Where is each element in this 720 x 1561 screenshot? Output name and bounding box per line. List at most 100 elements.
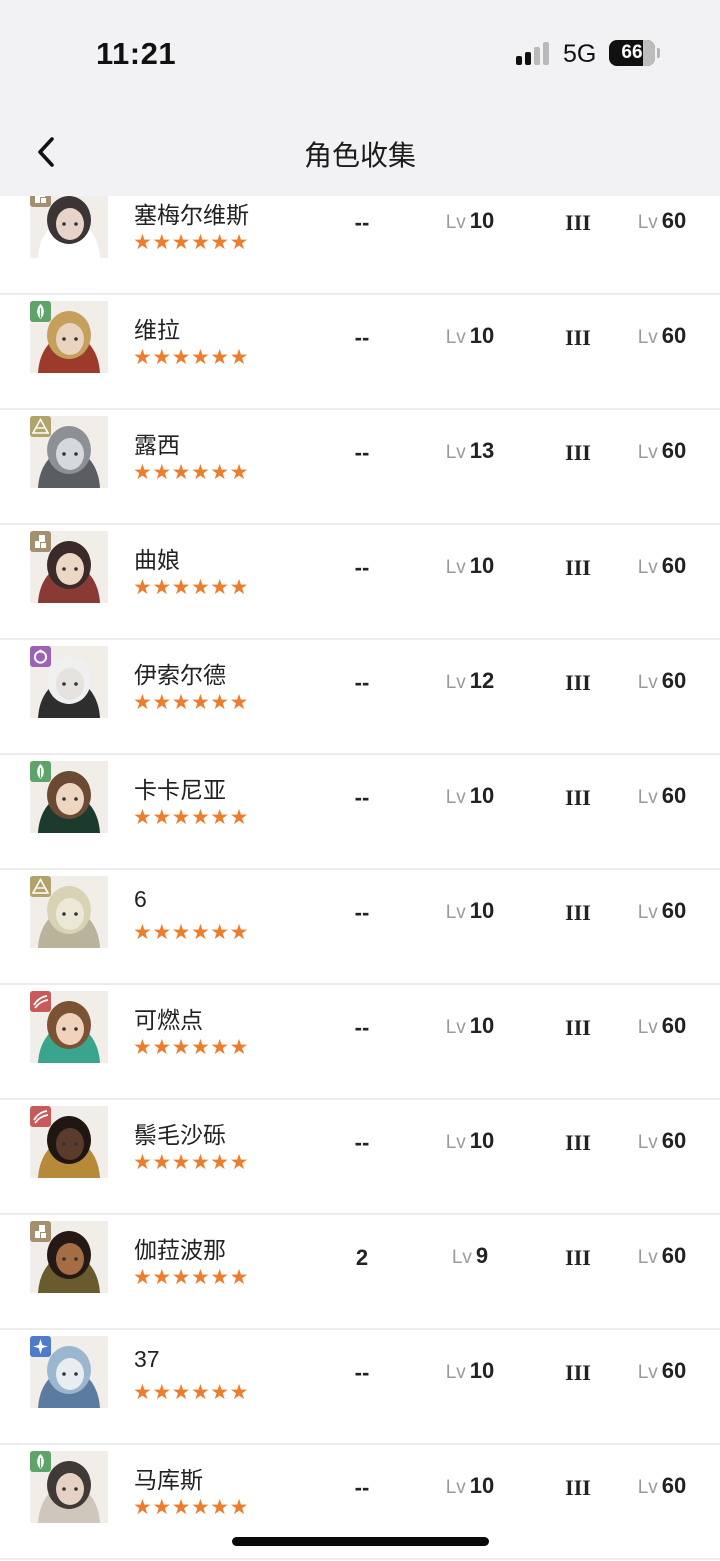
max-level-value: 60: [661, 783, 687, 808]
character-level: Lv 12: [420, 668, 520, 694]
level-prefix: Lv: [451, 1247, 472, 1268]
character-level: Lv 9: [420, 1243, 520, 1269]
tower-icon: [30, 196, 51, 207]
level-prefix: Lv: [445, 442, 466, 463]
level-prefix: Lv: [445, 672, 466, 693]
insight-rank: III: [565, 670, 591, 695]
character-row[interactable]: 维拉 ★★★★★★ -- Lv 10 III Lv 60: [0, 295, 720, 410]
leaf-icon: [30, 301, 51, 322]
character-level: Lv 10: [420, 1013, 520, 1039]
character-row[interactable]: 鬃毛沙砾 ★★★★★★ -- Lv 10 III Lv 60: [0, 1100, 720, 1215]
max-level-prefix: Lv: [637, 1362, 658, 1383]
character-row[interactable]: 6 ★★★★★★ -- Lv 10 III Lv 60: [0, 870, 720, 985]
star-rating: ★★★★★★: [133, 1036, 249, 1059]
level-prefix: Lv: [445, 1477, 466, 1498]
character-level: Lv 10: [420, 898, 520, 924]
max-level-value: 60: [661, 1473, 687, 1498]
max-level: Lv 60: [612, 553, 712, 579]
page-title: 角色收集: [303, 140, 416, 171]
max-level-prefix: Lv: [637, 557, 658, 578]
home-indicator: [232, 1537, 489, 1546]
duplicate-count: --: [354, 1475, 370, 1500]
star-rating: ★★★★★★: [133, 691, 249, 714]
duplicate-count: --: [354, 440, 370, 465]
character-row[interactable]: 伊索尔德 ★★★★★★ -- Lv 12 III Lv 60: [0, 640, 720, 755]
character-level: Lv 10: [420, 1358, 520, 1384]
level-value: 9: [475, 1243, 489, 1268]
character-row[interactable]: 可燃点 ★★★★★★ -- Lv 10 III Lv 60: [0, 985, 720, 1100]
max-level-value: 60: [661, 438, 687, 463]
character-row[interactable]: 塞梅尔维斯 ★★★★★★ -- Lv 10 III Lv 60: [0, 196, 720, 295]
star-rating: ★★★★★★: [133, 1266, 249, 1289]
level-value: 10: [469, 783, 495, 808]
character-row[interactable]: 露西 ★★★★★★ -- Lv 13 III Lv 60: [0, 410, 720, 525]
level-value: 10: [469, 1013, 495, 1038]
level-prefix: Lv: [445, 1132, 466, 1153]
character-name: 马库斯: [134, 1467, 203, 1493]
insight-rank: III: [565, 785, 591, 810]
star-rating: ★★★★★★: [133, 1381, 249, 1404]
battery-level: 66: [621, 42, 643, 63]
max-level: Lv 60: [612, 323, 712, 349]
insight-rank: III: [565, 440, 591, 465]
insight-rank: III: [565, 1015, 591, 1040]
level-prefix: Lv: [445, 902, 466, 923]
max-level: Lv 60: [612, 208, 712, 234]
max-level: Lv 60: [612, 438, 712, 464]
max-level: Lv 60: [612, 783, 712, 809]
insight-rank: III: [565, 1245, 591, 1270]
level-value: 10: [469, 1473, 495, 1498]
network-type: 5G: [563, 40, 597, 68]
duplicate-count: --: [354, 555, 370, 580]
duplicate-count: --: [354, 670, 370, 695]
max-level: Lv 60: [612, 1128, 712, 1154]
character-row[interactable]: 37 ★★★★★★ -- Lv 10 III Lv 60: [0, 1330, 720, 1445]
level-prefix: Lv: [445, 1017, 466, 1038]
character-name: 37: [134, 1346, 160, 1372]
leaf-icon: [30, 1451, 51, 1472]
max-level-value: 60: [661, 898, 687, 923]
level-prefix: Lv: [445, 557, 466, 578]
max-level-value: 60: [661, 323, 687, 348]
level-prefix: Lv: [445, 1362, 466, 1383]
max-level-prefix: Lv: [637, 1477, 658, 1498]
battery-cap: [657, 48, 660, 58]
character-level: Lv 10: [420, 323, 520, 349]
character-list[interactable]: 塞梅尔维斯 ★★★★★★ -- Lv 10 III Lv 60 维拉 ★★★★★★ -- Lv 10 II…: [0, 196, 720, 1561]
level-value: 13: [469, 438, 495, 463]
max-level-prefix: Lv: [637, 327, 658, 348]
character-level: Lv 13: [420, 438, 520, 464]
duplicate-count: --: [354, 210, 370, 235]
insight-rank: III: [565, 555, 591, 580]
character-row[interactable]: 卡卡尼亚 ★★★★★★ -- Lv 10 III Lv 60: [0, 755, 720, 870]
character-name: 曲娘: [134, 547, 180, 573]
level-value: 10: [469, 553, 495, 578]
max-level-value: 60: [661, 1243, 687, 1268]
level-value: 10: [469, 1358, 495, 1383]
max-level: Lv 60: [612, 1358, 712, 1384]
level-value: 10: [469, 898, 495, 923]
level-value: 10: [469, 1128, 495, 1153]
duplicate-count: --: [354, 1360, 370, 1385]
duplicate-count: --: [354, 325, 370, 350]
level-prefix: Lv: [445, 327, 466, 348]
battery-icon: 66: [609, 40, 655, 66]
tower-icon: [30, 1221, 51, 1242]
character-name: 伊索尔德: [134, 662, 226, 688]
character-row[interactable]: 曲娘 ★★★★★★ -- Lv 10 III Lv 60: [0, 525, 720, 640]
character-row[interactable]: 伽菈波那 ★★★★★★ 2 Lv 9 III Lv 60: [0, 1215, 720, 1330]
level-prefix: Lv: [445, 787, 466, 808]
character-name: 卡卡尼亚: [134, 777, 226, 803]
pyramid-icon: [30, 416, 51, 437]
max-level: Lv 60: [612, 1243, 712, 1269]
insight-rank: III: [565, 900, 591, 925]
duplicate-count: --: [354, 900, 370, 925]
level-value: 10: [469, 208, 495, 233]
insight-rank: III: [565, 325, 591, 350]
star-rating: ★★★★★★: [133, 1151, 249, 1174]
star-rating: ★★★★★★: [133, 461, 249, 484]
character-level: Lv 10: [420, 1473, 520, 1499]
insight-rank: III: [565, 1360, 591, 1385]
max-level-prefix: Lv: [637, 1017, 658, 1038]
signal-strength-icon: [516, 41, 554, 65]
